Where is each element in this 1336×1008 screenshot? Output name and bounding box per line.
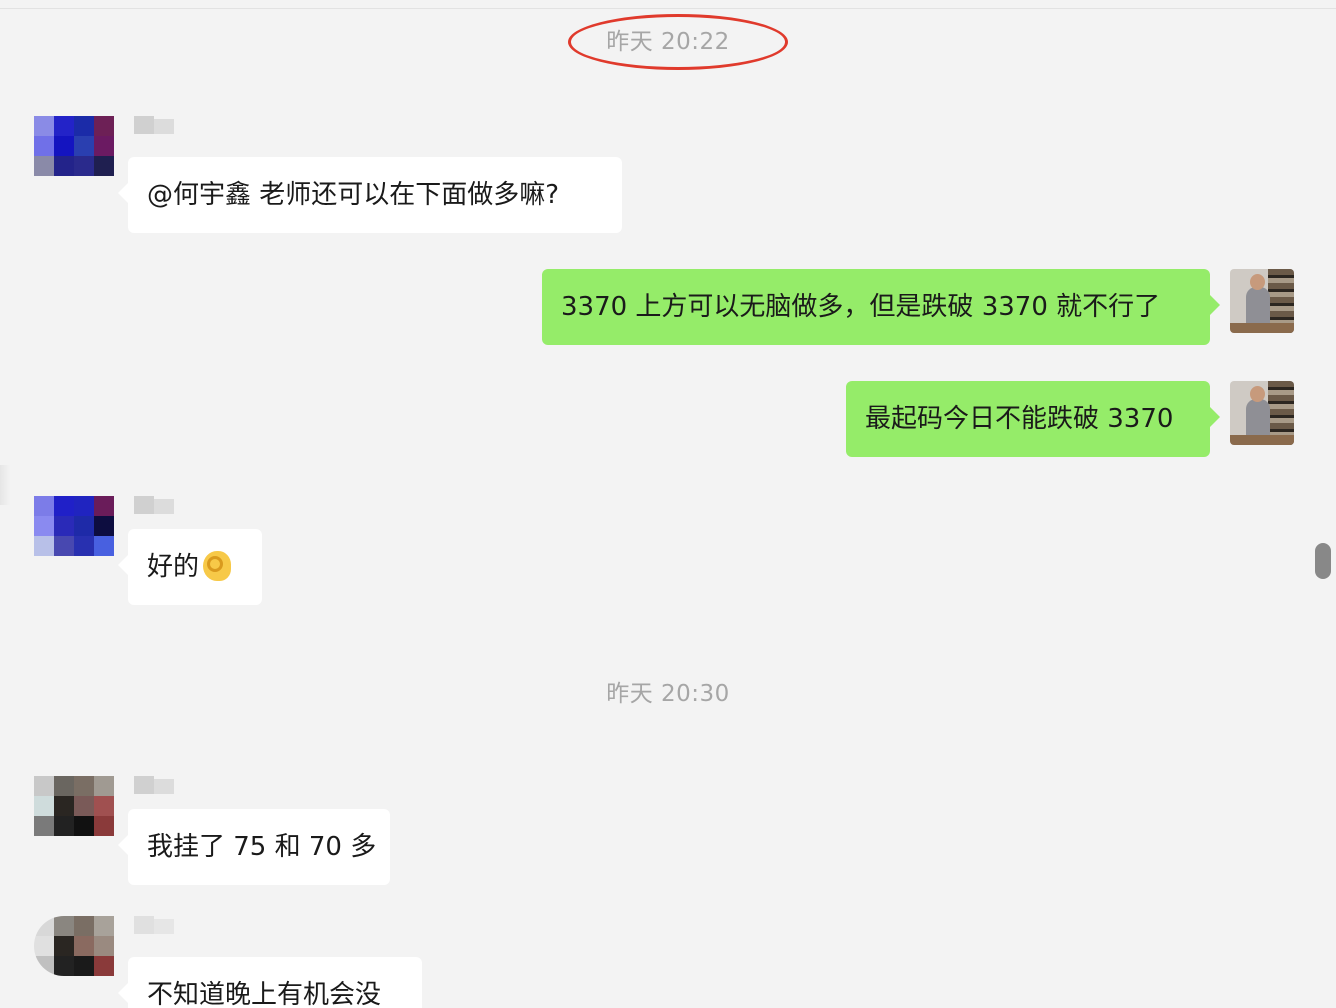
- avatar-user-a[interactable]: [34, 116, 114, 176]
- message-bubble-outgoing[interactable]: 3370 上方可以无脑做多，但是跌破 3370 就不行了: [542, 269, 1220, 345]
- message-text: 不知道晚上有机会没: [147, 980, 382, 1008]
- message-text: 3370 上方可以无脑做多，但是跌破 3370 就不行了: [561, 292, 1161, 322]
- scrollbar-thumb[interactable]: [1315, 543, 1331, 579]
- message-bubble-incoming[interactable]: 我挂了 75 和 70 多: [118, 809, 390, 885]
- chat-pane[interactable]: 昨天 20:22 @何宇鑫 老师还可以在下面做多嘛? 3370 上方可以无脑做多…: [0, 0, 1336, 1008]
- ok-hand-emoji-icon: [203, 551, 232, 581]
- top-divider: [0, 8, 1336, 9]
- message-text: 好的: [147, 552, 200, 582]
- avatar-user-b[interactable]: [34, 916, 114, 976]
- annotation-circle: [568, 14, 788, 70]
- message-bubble-incoming[interactable]: @何宇鑫 老师还可以在下面做多嘛?: [118, 157, 622, 233]
- avatar-user-a[interactable]: [34, 496, 114, 556]
- message-text: @何宇鑫 老师还可以在下面做多嘛?: [147, 180, 560, 210]
- timestamp-second: 昨天 20:30: [606, 681, 730, 707]
- message-text: 我挂了 75 和 70 多: [147, 832, 377, 862]
- message-bubble-incoming[interactable]: 好的: [118, 529, 262, 605]
- message-bubble-outgoing[interactable]: 最起码今日不能跌破 3370: [846, 381, 1220, 457]
- message-bubble-incoming[interactable]: 不知道晚上有机会没: [118, 957, 422, 1008]
- avatar-self[interactable]: [1230, 269, 1294, 333]
- avatar-user-b[interactable]: [34, 776, 114, 836]
- avatar-self[interactable]: [1230, 381, 1294, 445]
- left-edge-mark: [0, 465, 10, 505]
- message-text: 最起码今日不能跌破 3370: [865, 404, 1174, 434]
